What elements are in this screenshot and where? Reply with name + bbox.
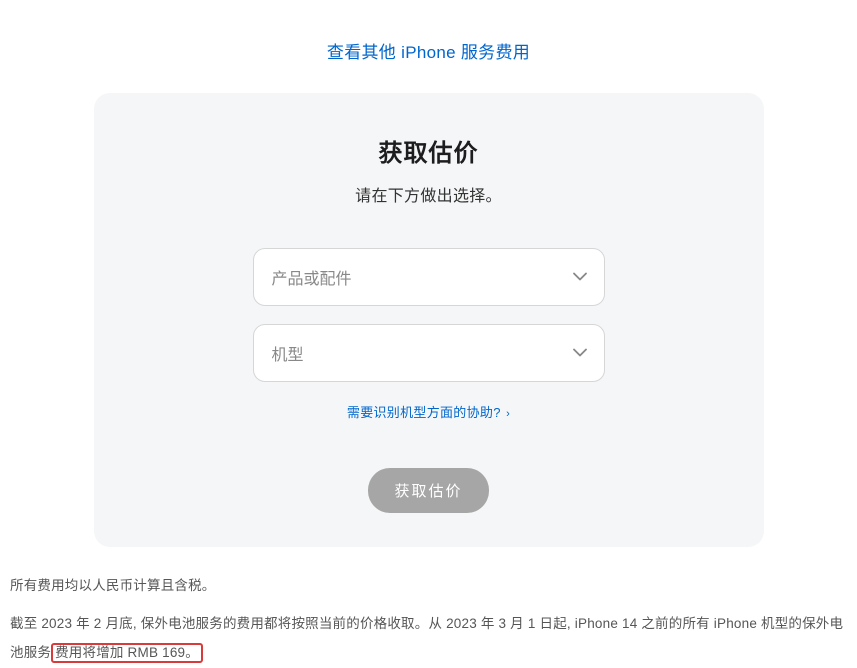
card-subtitle: 请在下方做出选择。 <box>144 182 714 206</box>
model-select-placeholder: 机型 <box>272 341 304 365</box>
chevron-right-icon: › <box>503 408 510 420</box>
product-select-placeholder: 产品或配件 <box>272 265 352 289</box>
model-select-wrapper: 机型 <box>253 324 605 382</box>
footer-note-2: 截至 2023 年 2 月底, 保外电池服务的费用都将按照当前的价格收取。从 2… <box>10 609 847 668</box>
help-link-container: 需要识别机型方面的协助? › <box>144 402 714 422</box>
model-select[interactable]: 机型 <box>253 324 605 382</box>
product-select-wrapper: 产品或配件 <box>253 248 605 306</box>
estimate-card: 获取估价 请在下方做出选择。 产品或配件 机型 需要识别机型方面的协助? › 获… <box>94 93 764 547</box>
footer-notes: 所有费用均以人民币计算且含税。 截至 2023 年 2 月底, 保外电池服务的费… <box>0 547 857 668</box>
identify-model-help-link[interactable]: 需要识别机型方面的协助? › <box>347 405 510 420</box>
select-group: 产品或配件 机型 <box>144 248 714 382</box>
price-increase-highlight: 费用将增加 RMB 169。 <box>51 643 203 663</box>
get-estimate-button[interactable]: 获取估价 <box>368 468 488 513</box>
top-link-container: 查看其他 iPhone 服务费用 <box>0 0 857 93</box>
footer-note-1: 所有费用均以人民币计算且含税。 <box>10 571 847 601</box>
product-select[interactable]: 产品或配件 <box>253 248 605 306</box>
card-title: 获取估价 <box>144 133 714 168</box>
help-link-text: 需要识别机型方面的协助? <box>347 405 501 420</box>
other-services-link[interactable]: 查看其他 iPhone 服务费用 <box>327 43 530 62</box>
